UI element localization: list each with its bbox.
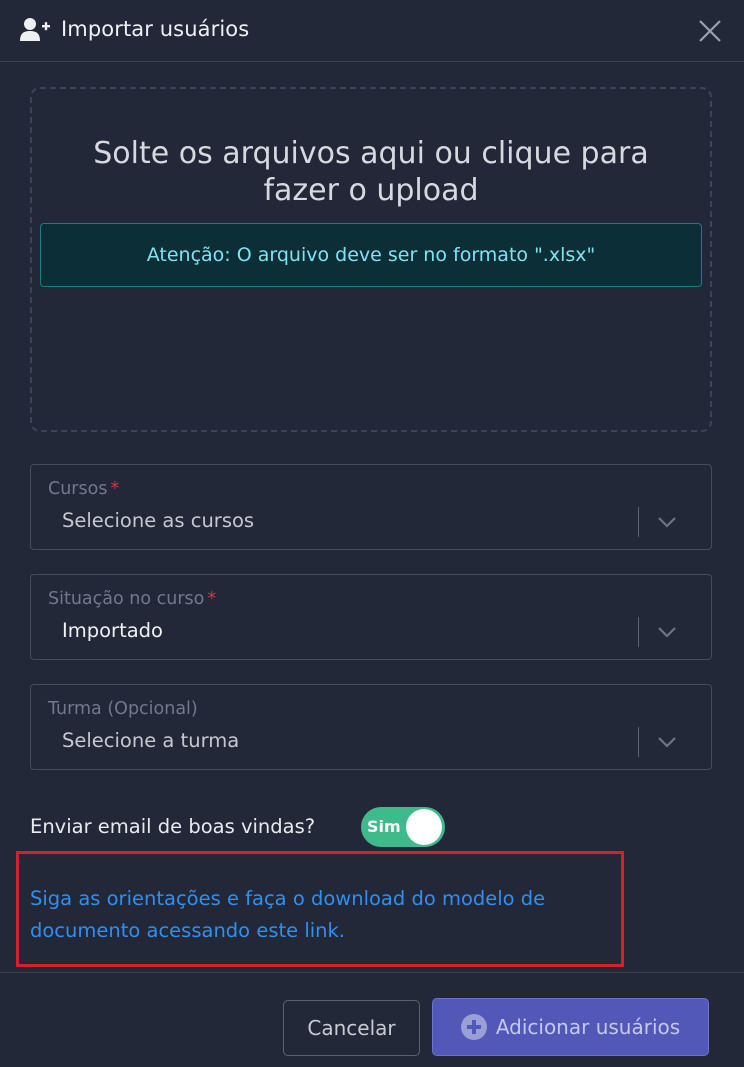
cancel-button[interactable]: Cancelar: [283, 1000, 420, 1056]
dialog-title: Importar usuários: [61, 17, 250, 41]
toggle-knob: [406, 809, 442, 845]
required-mark: *: [207, 589, 217, 609]
user-plus-icon: [20, 18, 50, 41]
welcome-email-label: Enviar email de boas vindas?: [30, 815, 316, 838]
add-users-button-label: Adicionar usuários: [495, 1015, 681, 1039]
welcome-email-toggle[interactable]: Sim: [361, 807, 445, 847]
cancel-button-label: Cancelar: [307, 1016, 396, 1040]
required-mark: *: [110, 479, 120, 499]
cursos-value: Selecione as cursos: [62, 509, 255, 532]
situacao-value: Importado: [62, 619, 163, 642]
close-icon[interactable]: [695, 16, 725, 46]
select-separator: [638, 617, 639, 647]
toggle-text: Sim: [367, 817, 401, 836]
chevron-down-icon[interactable]: [656, 514, 678, 530]
situacao-label: Situação no curso *: [48, 589, 217, 609]
cursos-label: Cursos *: [48, 479, 120, 499]
format-alert: Atenção: O arquivo deve ser no formato "…: [40, 223, 702, 287]
plus-circle-icon: [460, 1014, 487, 1040]
add-users-button[interactable]: Adicionar usuários: [432, 998, 709, 1056]
turma-value: Selecione a turma: [62, 729, 240, 752]
situacao-select[interactable]: Situação no curso * Importado: [30, 574, 712, 660]
select-separator: [638, 507, 639, 537]
template-download-link[interactable]: Siga as orientações e faça o download do…: [30, 883, 610, 947]
chevron-down-icon[interactable]: [656, 624, 678, 640]
dropzone-text: Solte os arquivos aqui ou clique para fa…: [93, 136, 649, 208]
turma-select[interactable]: Turma (Opcional) Selecione a turma: [30, 684, 712, 770]
turma-label: Turma (Opcional): [48, 699, 198, 719]
format-alert-text: Atenção: O arquivo deve ser no formato "…: [146, 244, 596, 266]
dialog-footer: Cancelar Adicionar usuários: [0, 972, 744, 1067]
chevron-down-icon[interactable]: [656, 734, 678, 750]
dialog-header: Importar usuários: [0, 0, 744, 62]
select-separator: [638, 727, 639, 757]
cursos-select[interactable]: Cursos * Selecione as cursos: [30, 464, 712, 550]
file-dropzone[interactable]: Solte os arquivos aqui ou clique para fa…: [30, 87, 712, 432]
